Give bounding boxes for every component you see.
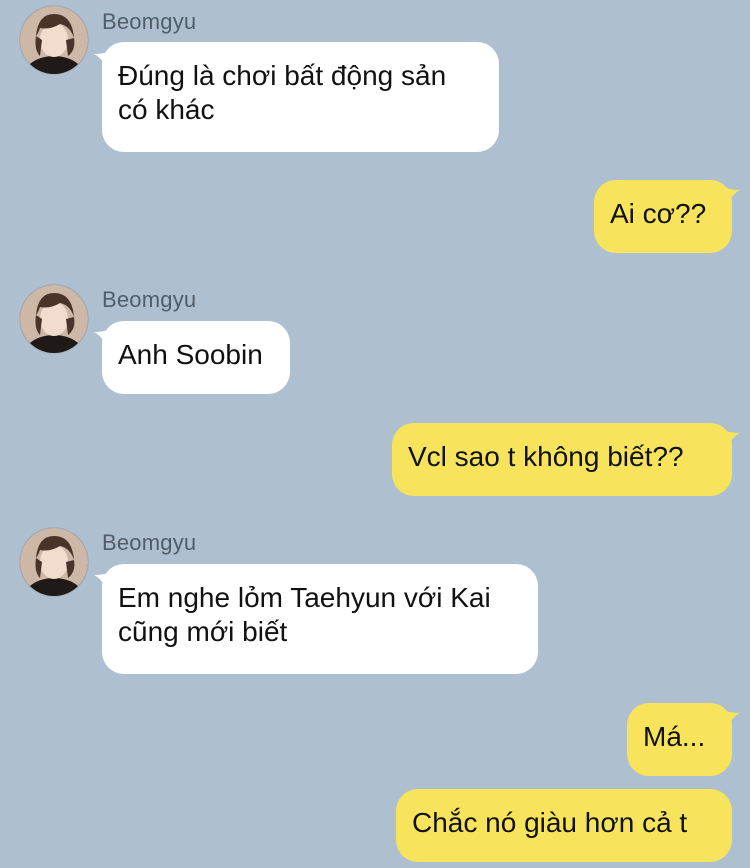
message-text: Má... [643, 721, 706, 752]
bubble-tail [726, 188, 740, 206]
sender-name: Beomgyu [102, 530, 197, 555]
message-bubble-outgoing[interactable]: Chắc nó giàu hơn cả t [396, 789, 732, 862]
message-bubble-incoming[interactable]: Anh Soobin [102, 321, 290, 394]
message-text-line: có khác [118, 94, 215, 125]
message-text-line: Em nghe lỏm Taehyun với Kai [118, 582, 491, 613]
message-text-line: Đúng là chơi bất động sản [118, 60, 447, 91]
message-text: Ai cơ?? [610, 198, 707, 229]
sender-name: Beomgyu [102, 9, 197, 34]
message-bubble-outgoing[interactable]: Má... [627, 703, 732, 776]
message-bubble-outgoing[interactable]: Ai cơ?? [594, 180, 732, 253]
sender-name: Beomgyu [102, 287, 197, 312]
message-bubble-outgoing[interactable]: Vcl sao t không biết?? [392, 423, 732, 496]
avatar[interactable] [20, 6, 88, 74]
bubble-tail [726, 431, 740, 449]
message-bubble-incoming[interactable]: Đúng là chơi bất động sản có khác [102, 42, 499, 152]
message-text: Anh Soobin [118, 339, 263, 370]
avatar[interactable] [20, 285, 88, 353]
bubble-tail [726, 711, 740, 729]
message-bubble-incoming[interactable]: Em nghe lỏm Taehyun với Kai cũng mới biế… [102, 564, 538, 674]
avatar[interactable] [20, 528, 88, 596]
message-text: Vcl sao t không biết?? [408, 441, 684, 472]
message-text-line: cũng mới biết [118, 616, 288, 647]
message-text: Chắc nó giàu hơn cả t [412, 807, 688, 838]
